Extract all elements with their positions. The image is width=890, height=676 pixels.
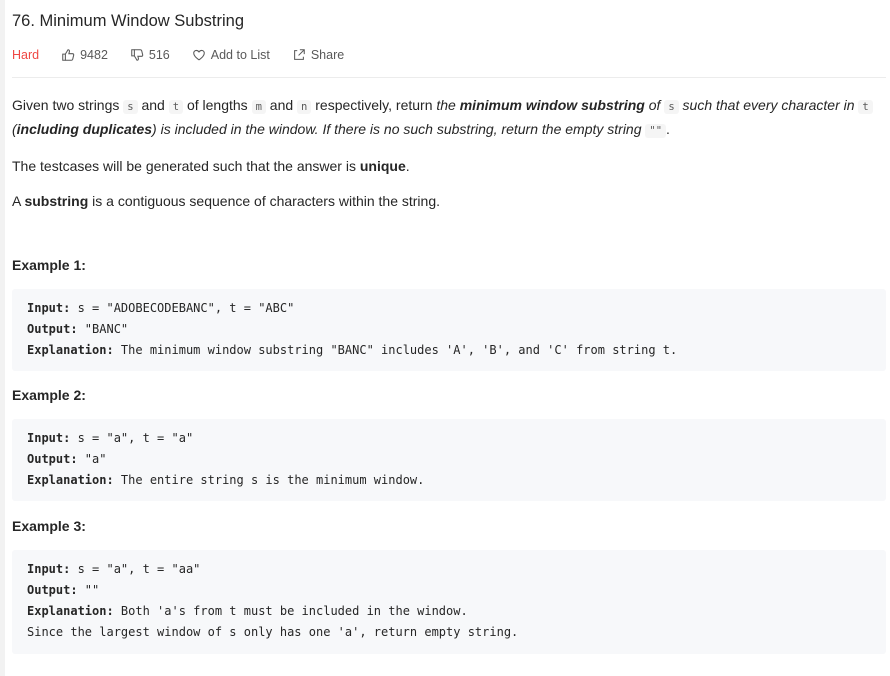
example-1-input: Input: s = "ADOBECODEBANC", t = "ABC" (27, 301, 294, 315)
text: . (666, 121, 670, 137)
example-3-output: Output: "" (27, 583, 99, 597)
input-label: Input: (27, 562, 71, 576)
example-3-explanation-continued: Since the largest window of s only has o… (27, 625, 519, 639)
example-3-explanation: Explanation: Both 'a's from t must be in… (27, 604, 468, 618)
text: and (137, 97, 169, 113)
input-value: s = "a", t = "aa" (70, 562, 201, 576)
example-1-title: Example 1: (12, 257, 86, 273)
add-to-list-button[interactable]: Add to List (192, 48, 270, 62)
italic-text: ) is included in the window. If there is… (152, 121, 646, 137)
explanation-label: Explanation: (27, 604, 114, 618)
share-icon (293, 49, 305, 60)
thumb-down-icon (131, 49, 144, 61)
left-edge-strip (0, 0, 5, 676)
description-paragraph-2: The testcases will be generated such tha… (12, 155, 886, 177)
text: respectively, return (311, 97, 437, 113)
header-divider (12, 77, 886, 78)
inline-code: t (858, 100, 873, 114)
output-label: Output: (27, 322, 78, 336)
italic-text: of (644, 97, 665, 113)
explanation-label: Explanation: (27, 473, 114, 487)
example-2-explanation: Explanation: The entire string s is the … (27, 473, 424, 487)
text: is a contiguous sequence of characters w… (88, 193, 440, 209)
example-2-title: Example 2: (12, 387, 86, 403)
example-3-input: Input: s = "a", t = "aa" (27, 562, 200, 576)
like-button[interactable]: 9482 (61, 48, 108, 62)
dislike-button[interactable]: 516 (130, 48, 170, 62)
like-count: 9482 (80, 48, 108, 62)
output-value: "" (77, 583, 100, 597)
thumb-up-icon (62, 49, 75, 61)
input-label: Input: (27, 431, 71, 445)
output-label: Output: (27, 452, 78, 466)
explanation-value: Both 'a's from t must be included in the… (113, 604, 468, 618)
example-1-block: Input: s = "ADOBECODEBANC", t = "ABC" Ou… (12, 289, 886, 371)
add-to-list-label: Add to List (210, 48, 270, 62)
example-1-output: Output: "BANC" (27, 322, 128, 336)
text: Given two strings (12, 97, 124, 113)
problem-title: 76. Minimum Window Substring (12, 12, 244, 30)
dislike-count: 516 (148, 48, 170, 62)
bold-text: unique (359, 158, 406, 174)
input-label: Input: (27, 301, 71, 315)
explanation-value: The minimum window substring "BANC" incl… (113, 343, 678, 357)
output-value: "BANC" (77, 322, 129, 336)
example-2-input: Input: s = "a", t = "a" (27, 431, 193, 445)
difficulty-badge: Hard (12, 48, 40, 62)
text: . (405, 158, 410, 174)
italic-text: such that every character in (678, 97, 859, 113)
example-1-explanation: Explanation: The minimum window substrin… (27, 343, 677, 357)
inline-code: n (297, 100, 312, 114)
problem-meta-bar: Hard 9482 516 Add to List Share (12, 46, 366, 64)
inline-code: "" (645, 124, 667, 138)
bold-text: including duplicates (16, 121, 153, 137)
description-paragraph-1: Given two strings s and t of lengths m a… (12, 94, 886, 142)
problem-description: Given two strings s and t of lengths m a… (12, 94, 886, 212)
example-2-output: Output: "a" (27, 452, 106, 466)
explanation-label: Explanation: (27, 343, 114, 357)
example-3-block: Input: s = "a", t = "aa" Output: "" Expl… (12, 550, 886, 654)
bold-text: minimum window substring (459, 97, 645, 113)
example-3-title: Example 3: (12, 518, 86, 534)
inline-code: s (664, 100, 679, 114)
text: The testcases will be generated such tha… (12, 158, 360, 174)
bold-text: substring (24, 193, 89, 209)
explanation-value: The entire string s is the minimum windo… (113, 473, 425, 487)
inline-code: s (123, 100, 138, 114)
heart-icon (192, 49, 205, 61)
share-button[interactable]: Share (292, 48, 344, 62)
output-value: "a" (77, 452, 107, 466)
italic-text: the (436, 97, 460, 113)
share-label: Share (310, 48, 345, 62)
description-paragraph-3: A substring is a contiguous sequence of … (12, 190, 886, 212)
text: A (12, 193, 25, 209)
output-label: Output: (27, 583, 78, 597)
inline-code: t (168, 100, 184, 114)
input-value: s = "a", t = "a" (70, 431, 194, 445)
text: and (265, 97, 298, 113)
inline-code: m (251, 100, 266, 114)
input-value: s = "ADOBECODEBANC", t = "ABC" (70, 301, 295, 315)
example-2-block: Input: s = "a", t = "a" Output: "a" Expl… (12, 419, 886, 501)
text: of lengths (183, 97, 252, 113)
